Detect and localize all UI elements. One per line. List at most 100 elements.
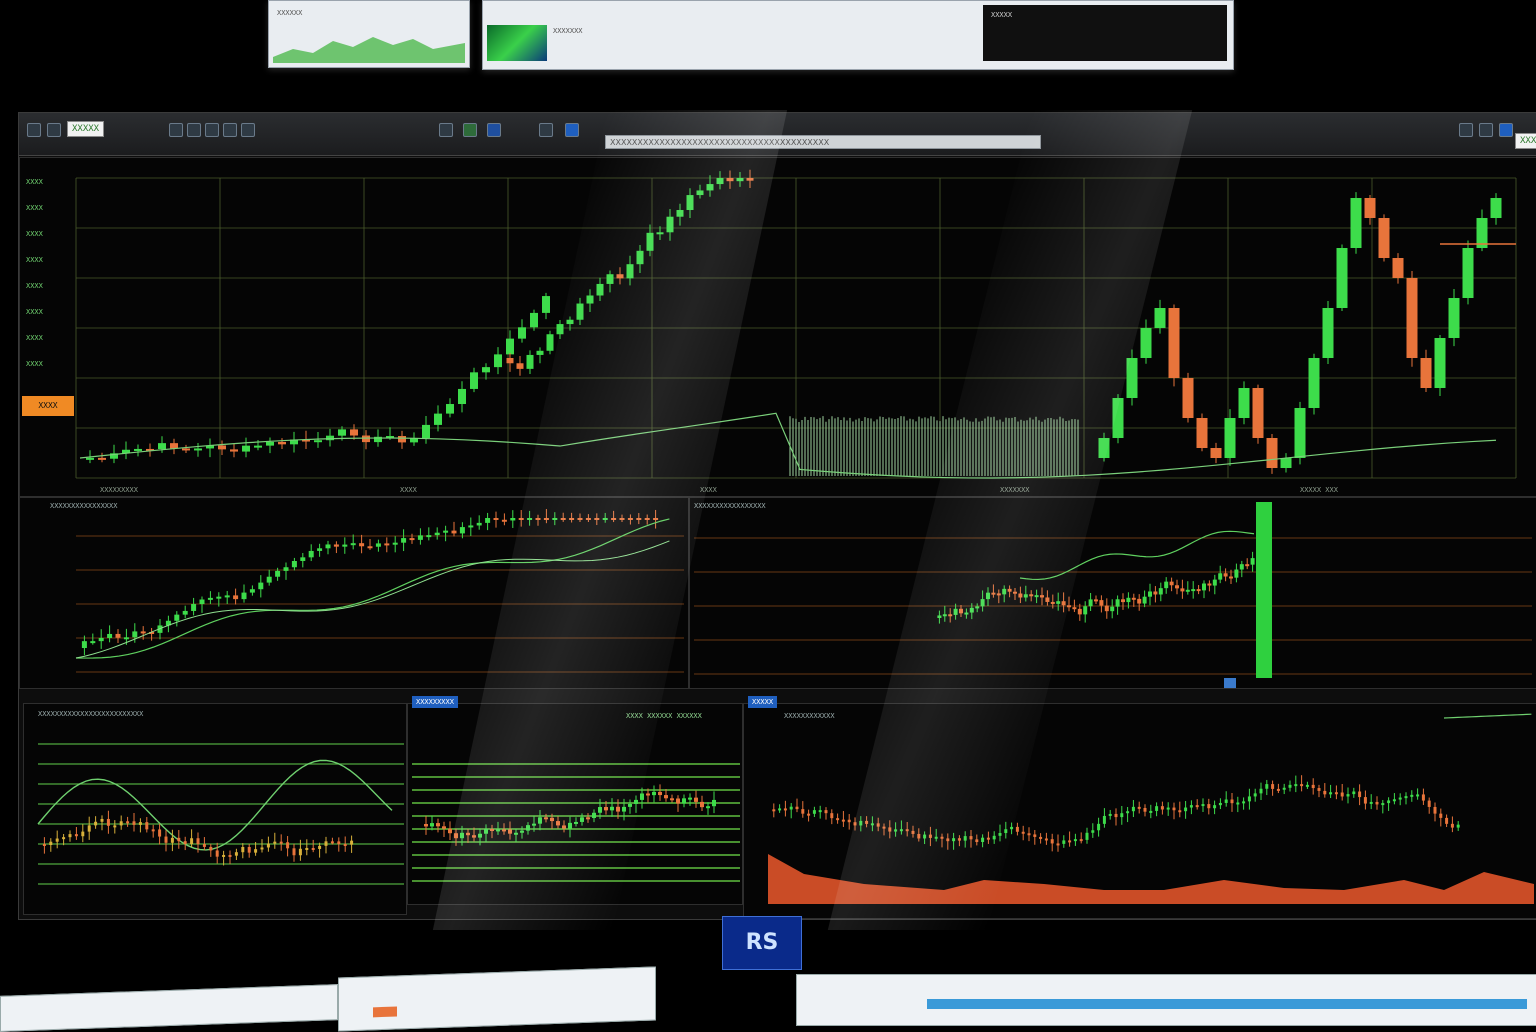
bottom-right-chart-panel[interactable]: XXXXX XXXXXXXXXXXX: [743, 696, 1536, 919]
candle: [527, 518, 533, 520]
progress-strip: [927, 999, 1527, 1009]
candle: [1175, 585, 1179, 589]
candle: [1239, 564, 1244, 570]
search-input[interactable]: XXXXXXXXXXXXXXXXXXXXXXXXXXXXXXXXXXXXXXXX: [605, 135, 1041, 149]
tab-bottom-center[interactable]: XXXXXXXXX: [412, 696, 458, 708]
candle: [326, 435, 334, 441]
candle: [1202, 583, 1206, 591]
line-tool-icon[interactable]: [223, 123, 237, 137]
top-window-chart[interactable]: XXXXXX: [268, 0, 470, 68]
zoom-in-icon[interactable]: [169, 123, 183, 137]
candle: [1155, 806, 1159, 811]
candle: [1236, 802, 1240, 805]
candle: [337, 841, 341, 845]
candle: [569, 518, 575, 520]
refresh-icon[interactable]: [463, 123, 477, 137]
bottom-left-chart-panel[interactable]: XXXXXXXXXXXXXXXXXXXXXXXXX: [23, 703, 407, 915]
menu-icon[interactable]: [27, 123, 41, 137]
candle: [298, 848, 302, 856]
middle-left-chart[interactable]: [20, 498, 688, 688]
middle-right-chart-panel[interactable]: XXXXXXXXXXXXXXXXX: [689, 497, 1536, 689]
candle: [1416, 794, 1420, 797]
candle: [801, 809, 805, 814]
candle: [367, 546, 373, 549]
middle-left-chart-panel[interactable]: XXXXXXXXXXXXXXXX: [19, 497, 689, 689]
candle: [1142, 596, 1147, 604]
candle: [318, 845, 322, 849]
candle: [273, 841, 277, 844]
candle: [254, 849, 258, 853]
candle: [818, 810, 822, 813]
candle: [560, 518, 566, 520]
candle: [1288, 784, 1292, 788]
candle: [1358, 791, 1362, 798]
candle: [1282, 787, 1286, 790]
candle: [1083, 606, 1088, 615]
candle: [68, 834, 72, 838]
main-candlestick-chart[interactable]: XXXXXXXXXXXXXXXXXXXXXXXXXXXXXXXXXXXXXXXX…: [20, 158, 1536, 496]
maximize-icon[interactable]: [1479, 123, 1493, 137]
status-badge: [373, 1006, 397, 1018]
candle: [138, 822, 142, 825]
bottom-window-left[interactable]: [0, 984, 338, 1032]
candle: [899, 829, 903, 832]
tab-bottom-right[interactable]: XXXXX: [748, 696, 778, 708]
candle: [876, 823, 880, 827]
bottom-right-chart[interactable]: [744, 704, 1536, 918]
candle: [986, 837, 990, 840]
candle: [86, 457, 94, 460]
symbol-box-2[interactable]: XXXX: [1515, 133, 1536, 149]
candle: [1085, 832, 1089, 840]
candle: [308, 550, 314, 558]
candle: [501, 519, 507, 522]
candle: [1099, 600, 1104, 606]
candle: [666, 216, 674, 233]
candle: [1153, 591, 1158, 595]
candle: [628, 803, 632, 807]
bottom-left-chart[interactable]: [24, 704, 406, 914]
minimize-icon[interactable]: [1459, 123, 1473, 137]
candle: [646, 793, 650, 796]
candle: [81, 641, 87, 648]
volume-area: [768, 854, 1534, 904]
candle: [556, 324, 564, 335]
candle: [807, 813, 811, 816]
crosshair-icon[interactable]: [205, 123, 219, 137]
candle: [506, 358, 514, 364]
scroll-marker: [1224, 678, 1236, 688]
time-axis-label: XXXXXXX: [1000, 486, 1030, 494]
settings-icon[interactable]: [439, 123, 453, 137]
candle: [1305, 784, 1309, 787]
close-icon[interactable]: [1499, 123, 1513, 137]
candle: [305, 847, 309, 850]
open-icon[interactable]: [47, 123, 61, 137]
top-window-dashboard[interactable]: XXXXXXX XXXXX: [482, 0, 1234, 70]
export-icon[interactable]: [487, 123, 501, 137]
candle: [494, 354, 502, 368]
candle: [266, 843, 270, 848]
data-panel: [983, 5, 1227, 61]
moving-average-line: [79, 412, 1497, 479]
bottom-center-chart[interactable]: [408, 704, 742, 904]
bottom-center-chart-panel[interactable]: XXXXXXXXX XXXX XXXXXX XXXXXX: [407, 696, 743, 905]
candle: [106, 818, 110, 826]
candle: [602, 518, 608, 520]
symbol-box[interactable]: XXXXX: [67, 121, 105, 137]
candle: [325, 544, 331, 549]
candle: [636, 518, 642, 520]
main-chart-panel[interactable]: XXXX XXXX XXXX XXXX XXXX XXXX XXXX XXXX XXXXXXXX…: [19, 157, 1536, 497]
bottom-window-center[interactable]: [338, 966, 656, 1032]
layout-icon[interactable]: [539, 123, 553, 137]
zoom-out-icon[interactable]: [187, 123, 201, 137]
candle: [911, 830, 915, 834]
candle: [123, 637, 129, 640]
candle: [49, 841, 53, 846]
candle: [1034, 595, 1039, 598]
window-icon[interactable]: [565, 123, 579, 137]
candle: [126, 821, 130, 824]
candle: [959, 608, 963, 614]
candle: [1040, 595, 1044, 598]
middle-right-chart[interactable]: [690, 498, 1536, 688]
text-tool-icon[interactable]: [241, 123, 255, 137]
bottom-window-right[interactable]: [796, 974, 1536, 1026]
